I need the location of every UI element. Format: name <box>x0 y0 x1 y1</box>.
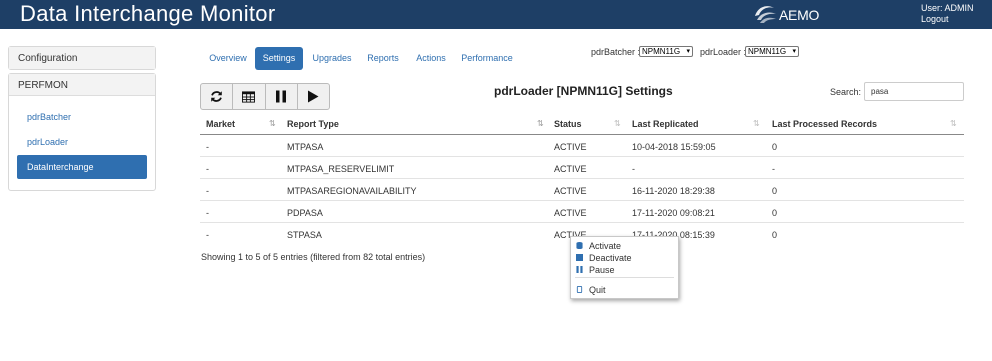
column-header-market[interactable]: Market <box>206 119 235 129</box>
column-header-status[interactable]: Status <box>554 119 582 129</box>
cell-report-type: MTPASAREGIONAVAILABILITY <box>287 186 417 196</box>
column-header-report-type[interactable]: Report Type <box>287 119 339 129</box>
cell-last-processed: 0 <box>772 142 778 152</box>
table-row[interactable]: - MTPASA ACTIVE 10-04-2018 15:59:05 0 <box>200 135 964 157</box>
batcher-select-value: NPMN11G <box>642 47 681 56</box>
cell-last-replicated: - <box>632 164 635 174</box>
menu-item-label: Quit <box>589 284 606 295</box>
mobile-icon <box>576 286 583 293</box>
settings-table: Market ⇅ Report Type ⇅ Status ⇅ Last Rep… <box>200 113 964 245</box>
cell-market: - <box>206 208 209 218</box>
logout-link[interactable]: Logout <box>921 14 974 25</box>
cell-market: - <box>206 142 209 152</box>
chevron-down-icon: ▾ <box>686 48 690 55</box>
page-title: pdrLoader [NPMN11G] Settings <box>494 84 673 98</box>
sort-icon[interactable]: ⇅ <box>753 119 760 128</box>
sidebar-configuration[interactable]: Configuration <box>8 46 156 70</box>
grid-icon <box>242 90 256 103</box>
menu-item-label: Deactivate <box>589 252 632 263</box>
table-row[interactable]: - PDPASA ACTIVE 17-11-2020 09:08:21 0 <box>200 201 964 223</box>
search-input[interactable]: pasa <box>864 82 964 101</box>
column-header-last-replicated[interactable]: Last Replicated <box>632 119 699 129</box>
search-label: Search: <box>830 87 862 97</box>
sort-icon[interactable]: ⇅ <box>269 119 276 128</box>
chevron-down-icon: ▾ <box>792 48 796 55</box>
menu-divider <box>575 277 674 278</box>
menu-item-activate[interactable]: Activate <box>576 240 621 251</box>
menu-item-label: Activate <box>589 240 622 251</box>
refresh-button[interactable] <box>201 84 234 109</box>
play-button[interactable] <box>298 84 329 109</box>
loader-select-label: pdrLoader : <box>700 47 747 57</box>
table-row[interactable]: - MTPASA_RESERVELIMIT ACTIVE - - <box>200 157 964 179</box>
row-context-menu: Activate Deactivate Pause Quit <box>570 236 679 299</box>
pause-icon <box>276 90 287 103</box>
cell-status: ACTIVE <box>554 142 587 152</box>
cell-market: - <box>206 186 209 196</box>
grid-view-button[interactable] <box>233 84 266 109</box>
menu-item-quit[interactable]: Quit <box>576 284 606 295</box>
user-menu: User: ADMIN Logout <box>921 3 974 25</box>
tab-settings[interactable]: Settings <box>255 47 303 70</box>
pause-icon <box>576 266 583 273</box>
tab-upgrades[interactable]: Upgrades <box>307 47 357 70</box>
cell-report-type: STPASA <box>287 230 322 240</box>
sort-icon[interactable]: ⇅ <box>950 119 957 128</box>
sidebar-item-pdrbatcher[interactable]: pdrBatcher <box>17 105 147 129</box>
cell-last-replicated: 17-11-2020 09:08:21 <box>632 208 715 218</box>
cell-market: - <box>206 164 209 174</box>
sidebar-item-pdrloader[interactable]: pdrLoader <box>17 130 147 154</box>
aemo-logo: AEMO <box>752 2 832 26</box>
cell-last-processed: 0 <box>772 230 778 240</box>
refresh-icon <box>211 91 222 102</box>
cell-last-processed: - <box>772 164 775 174</box>
cell-last-processed: 0 <box>772 186 778 196</box>
top-bar: Data Interchange Monitor AEMO User: ADMI… <box>0 0 992 29</box>
batcher-select[interactable]: NPMN11G ▾ <box>639 46 693 57</box>
cell-status: ACTIVE <box>554 186 587 196</box>
sort-icon[interactable]: ⇅ <box>537 119 544 128</box>
tab-actions[interactable]: Actions <box>411 47 451 70</box>
table-row[interactable]: - MTPASAREGIONAVAILABILITY ACTIVE 16-11-… <box>200 179 964 201</box>
cell-last-replicated: 10-04-2018 15:59:05 <box>632 142 716 152</box>
tab-performance[interactable]: Performance <box>459 47 515 70</box>
sidebar-perfmon-panel: PERFMON pdrBatcher pdrLoader DataInterch… <box>8 73 156 191</box>
menu-item-pause[interactable]: Pause <box>576 264 615 275</box>
pause-button[interactable] <box>266 84 298 109</box>
play-icon <box>308 90 319 103</box>
tab-overview[interactable]: Overview <box>203 47 253 70</box>
cell-last-processed: 0 <box>772 208 778 218</box>
user-label: User: ADMIN <box>921 3 974 13</box>
table-info: Showing 1 to 5 of 5 entries (filtered fr… <box>201 252 426 262</box>
stop-icon <box>576 254 583 261</box>
database-icon <box>576 242 583 249</box>
column-header-last-processed[interactable]: Last Processed Records <box>772 119 877 129</box>
cell-status: ACTIVE <box>554 208 587 218</box>
batcher-select-label: pdrBatcher : <box>591 47 641 57</box>
cell-report-type: PDPASA <box>287 208 323 218</box>
tab-reports[interactable]: Reports <box>363 47 403 70</box>
menu-item-deactivate[interactable]: Deactivate <box>576 252 632 263</box>
menu-item-label: Pause <box>589 264 615 275</box>
cell-last-replicated: 16-11-2020 18:29:38 <box>632 186 715 196</box>
cell-market: - <box>206 230 209 240</box>
loader-select[interactable]: NPMN11G ▾ <box>745 46 799 57</box>
loader-select-value: NPMN11G <box>748 47 787 56</box>
cell-status: ACTIVE <box>554 164 587 174</box>
logo-swirl-icon <box>755 6 776 23</box>
sort-icon[interactable]: ⇅ <box>614 119 621 128</box>
sidebar-configuration-label: Configuration <box>9 47 155 69</box>
sidebar-section-title[interactable]: PERFMON <box>9 74 155 96</box>
cell-report-type: MTPASA_RESERVELIMIT <box>287 164 395 174</box>
action-toolbar <box>200 83 330 110</box>
table-header: Market ⇅ Report Type ⇅ Status ⇅ Last Rep… <box>200 113 964 135</box>
cell-report-type: MTPASA <box>287 142 324 152</box>
logo-text: AEMO <box>779 7 820 23</box>
app-title: Data Interchange Monitor <box>20 1 276 26</box>
sidebar-item-datainterchange[interactable]: DataInterchange <box>17 155 147 179</box>
